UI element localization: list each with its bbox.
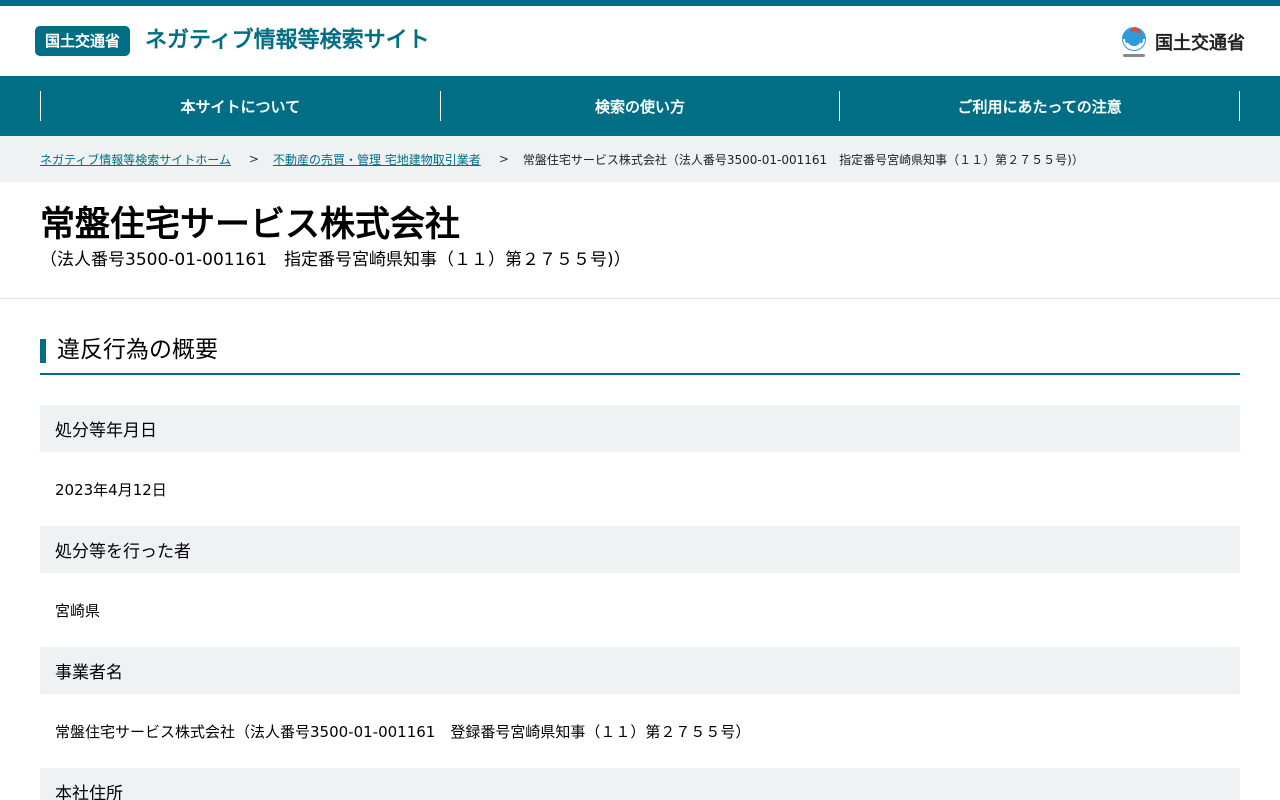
- field-value-business-name: 常盤住宅サービス株式会社（法人番号3500-01-001161 登録番号宮崎県知…: [55, 722, 751, 741]
- breadcrumb-separator: >: [498, 152, 509, 166]
- detail-fields: 処分等年月日 2023年4月12日 処分等を行った者 宮崎県 事業者名 常盤住宅…: [40, 405, 1240, 800]
- violation-summary-section: 違反行為の概要 処分等年月日 2023年4月12日 処分等を行った者 宮崎県 事…: [0, 299, 1280, 800]
- breadcrumb-current: 常盤住宅サービス株式会社（法人番号3500-01-001161 指定番号宮崎県知…: [522, 152, 1084, 167]
- field-value-disposing-authority: 宮崎県: [55, 601, 101, 620]
- mlit-emblem-icon: [1122, 27, 1146, 57]
- breadcrumb-category-link[interactable]: 不動産の売買・管理 宅地建物取引業者: [273, 151, 481, 168]
- field-label-disposition-date: 処分等年月日: [40, 405, 1240, 452]
- company-title-block: 常盤住宅サービス株式会社 （法人番号3500-01-001161 指定番号宮崎県…: [0, 182, 1280, 299]
- site-header: 国土交通省 ネガティブ情報等検索サイト 国土交通省: [0, 6, 1280, 76]
- section-accent-bar: [40, 339, 46, 363]
- breadcrumb: ネガティブ情報等検索サイトホーム > 不動産の売買・管理 宅地建物取引業者 > …: [0, 136, 1280, 182]
- logo-text: 国土交通省: [1155, 33, 1245, 54]
- main-nav: 本サイトについて 検索の使い方 ご利用にあたっての注意: [0, 76, 1280, 136]
- ministry-badge[interactable]: 国土交通省: [35, 26, 131, 56]
- company-identifier: （法人番号3500-01-001161 指定番号宮崎県知事（１１）第２７５５号)…: [40, 250, 631, 270]
- nav-item-notes[interactable]: ご利用にあたっての注意: [839, 91, 1241, 121]
- breadcrumb-separator: >: [248, 152, 259, 166]
- page-title: 常盤住宅サービス株式会社: [40, 205, 461, 245]
- nav-item-about[interactable]: 本サイトについて: [40, 91, 440, 121]
- field-label-head-office-address: 本社住所: [40, 768, 1240, 800]
- section-heading: 違反行為の概要: [40, 337, 1240, 375]
- field-label-disposing-authority: 処分等を行った者: [40, 526, 1240, 573]
- site-title[interactable]: ネガティブ情報等検索サイト: [145, 26, 430, 56]
- nav-item-how-to-search[interactable]: 検索の使い方: [439, 91, 840, 121]
- field-label-business-name: 事業者名: [40, 647, 1240, 694]
- mlit-logo[interactable]: 国土交通省: [1119, 25, 1245, 59]
- field-value-disposition-date: 2023年4月12日: [55, 480, 167, 499]
- breadcrumb-home-link[interactable]: ネガティブ情報等検索サイトホーム: [40, 151, 231, 168]
- section-title: 違反行為の概要: [57, 337, 218, 363]
